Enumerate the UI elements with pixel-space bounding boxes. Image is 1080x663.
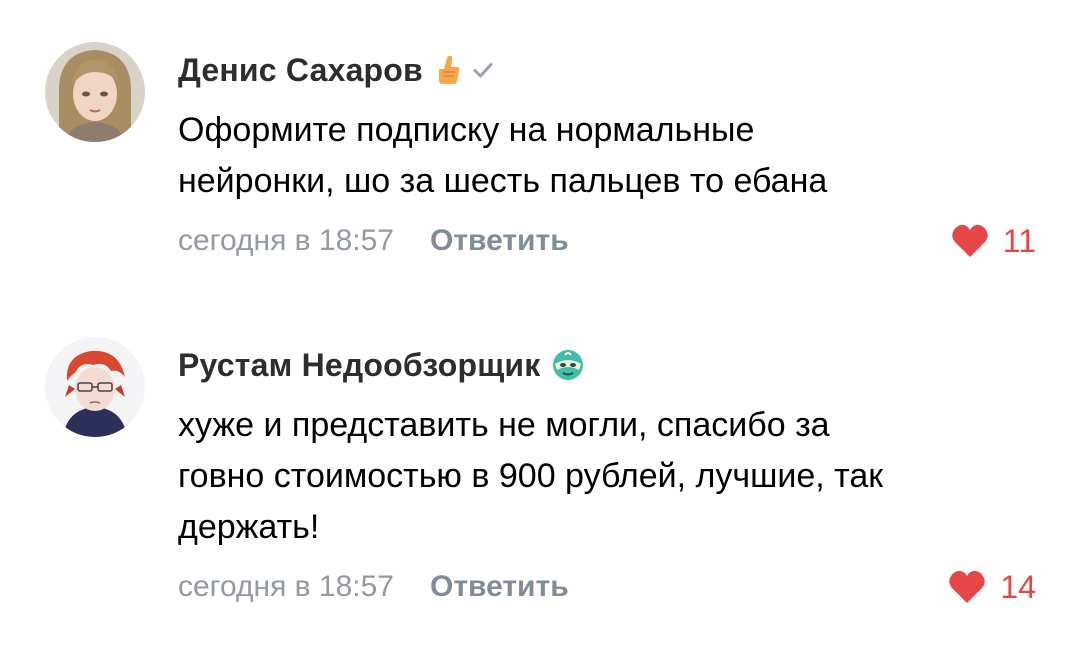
like-count: 11	[1002, 222, 1036, 259]
thumbs-up-icon	[433, 54, 461, 86]
verified-check-icon	[471, 58, 495, 82]
like-button[interactable]: 11	[951, 215, 1036, 267]
like-count: 14	[1000, 568, 1036, 605]
heart-icon	[951, 224, 989, 258]
avatar[interactable]	[45, 337, 145, 437]
reply-button[interactable]: Ответить	[430, 570, 569, 604]
reply-button[interactable]: Ответить	[430, 224, 569, 258]
comment-text: хуже и представить не могли, спасибо за …	[178, 406, 884, 546]
author-name[interactable]: Рустам Недообзорщик	[178, 347, 541, 384]
mask-emoji-icon	[551, 348, 585, 382]
comment-text: Оформите подписку на нормальные нейронки…	[178, 111, 828, 200]
author-name[interactable]: Денис Сахаров	[178, 52, 423, 89]
comment-time[interactable]: сегодня в 18:57	[178, 570, 394, 604]
comment-time[interactable]: сегодня в 18:57	[178, 224, 394, 258]
heart-icon	[948, 570, 986, 604]
avatar[interactable]	[45, 42, 145, 142]
like-button[interactable]: 14	[948, 561, 1036, 613]
